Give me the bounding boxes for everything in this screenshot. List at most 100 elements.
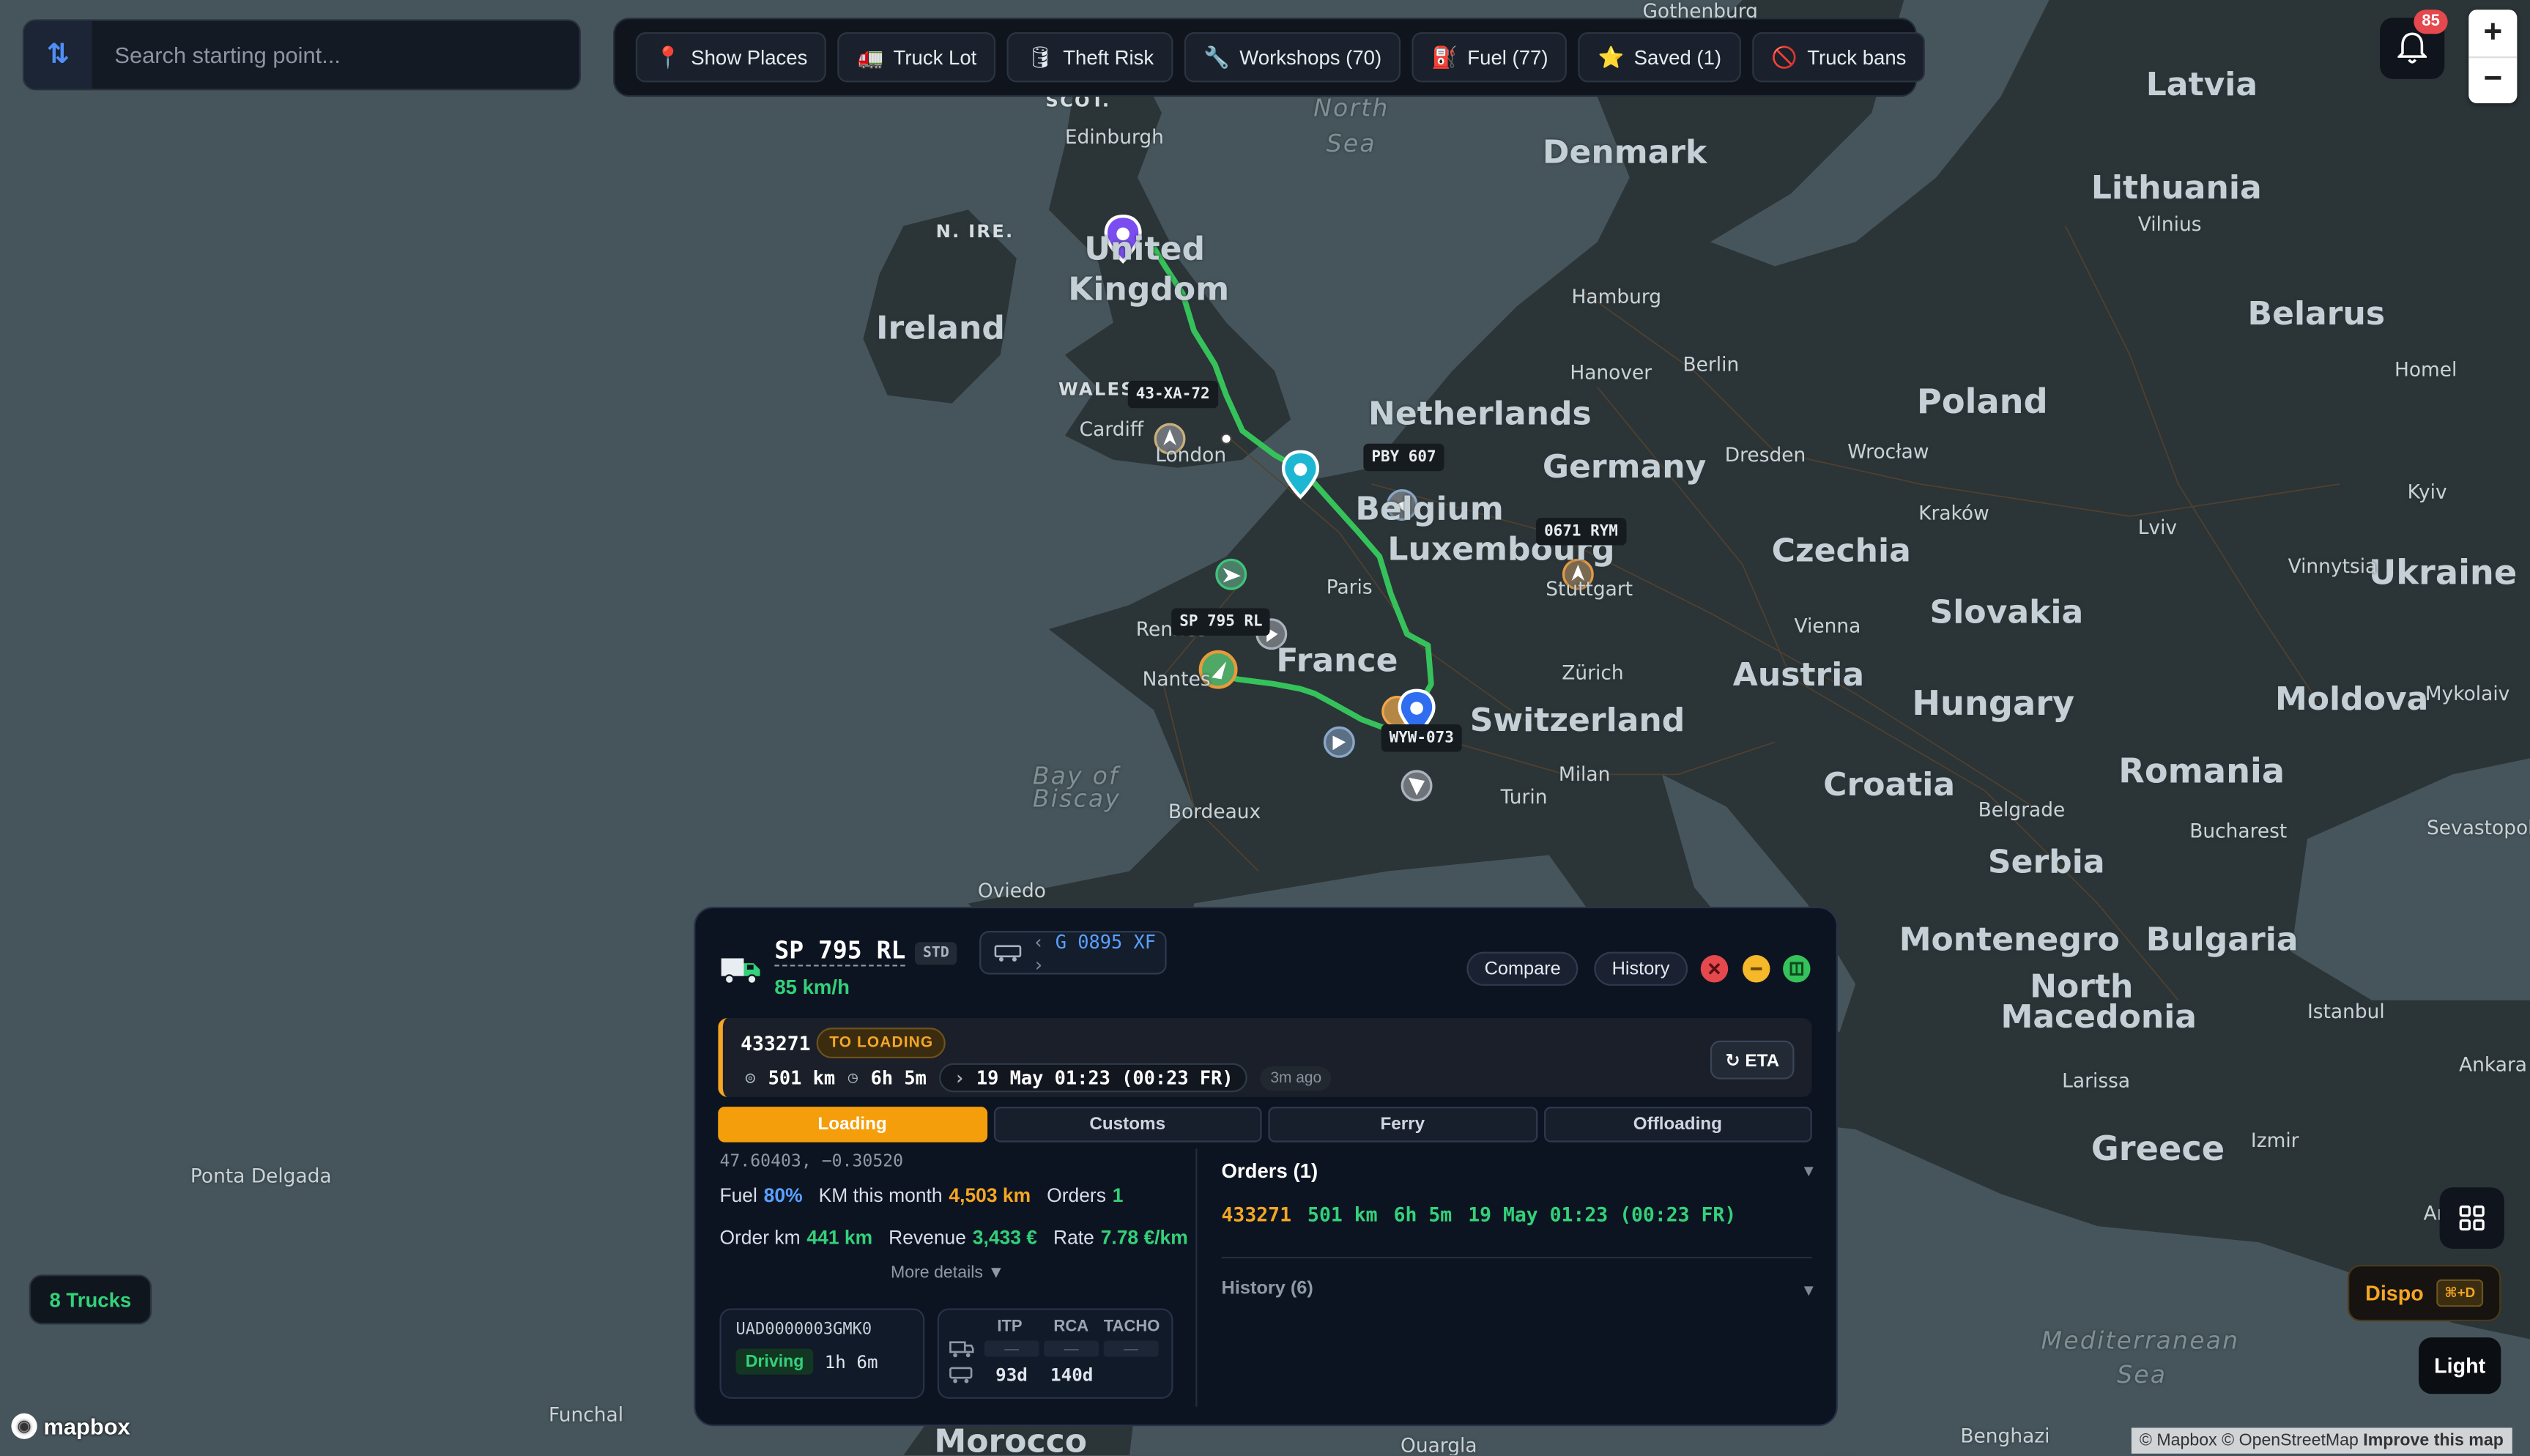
map-label-cities: Hamburg — [1571, 285, 1662, 308]
trucks-count-button[interactable]: 8 Trucks — [29, 1274, 152, 1325]
grid-icon — [2459, 1206, 2485, 1231]
map-label-cities: Belgrade — [1978, 798, 2066, 822]
map-label-countries: Ukraine — [2368, 553, 2518, 593]
map-label-cities: Cardiff — [1079, 417, 1144, 441]
panel-tabs: Loading Customs Ferry Offloading — [718, 1107, 1812, 1143]
doc-tacho-truck: — — [1103, 1340, 1159, 1357]
toolbar-workshops-button[interactable]: 🔧 Workshops (70) — [1184, 32, 1401, 83]
truck-plate-tag[interactable]: SP 795 RL — [1171, 608, 1271, 636]
stat-label: Fuel — [719, 1184, 757, 1207]
truck-stats-row-1: Fuel 80% KM this month 4,503 km Orders 1 — [719, 1184, 1123, 1207]
zoom-out-button[interactable]: − — [2468, 55, 2518, 103]
section-divider — [1221, 1256, 1812, 1259]
toolbar-truck-bans-button[interactable]: 🚫 Truck bans — [1751, 32, 1926, 83]
zoom-in-button[interactable]: + — [2468, 10, 2517, 56]
toolbar-truck-lot-button[interactable]: 🚛 Truck Lot — [838, 32, 996, 83]
map-label-cities: Kraków — [1918, 502, 1989, 524]
doc-itp-truck: — — [984, 1340, 1039, 1357]
toolbar-show-places-button[interactable]: 📍 Show Places — [635, 32, 827, 83]
map-label-cities: Istanbul — [2307, 1000, 2385, 1023]
history-collapse-icon[interactable]: ▼ — [1800, 1282, 1817, 1300]
orders-section-title[interactable]: Orders (1) — [1222, 1160, 1318, 1183]
truck-plate-tag[interactable]: PBY 607 — [1363, 443, 1444, 472]
map-label-countries: Slovakia — [1929, 592, 2084, 631]
more-details-toggle[interactable]: More details ▼ — [891, 1263, 1004, 1282]
toolbar-fuel-button[interactable]: ⛽ Fuel (77) — [1412, 32, 1568, 83]
toolbar-button-label: Workshops (70) — [1239, 45, 1382, 69]
order-duration: 6h 5m — [870, 1066, 927, 1089]
map-label-cities: Nantes — [1142, 667, 1211, 691]
close-panel-button[interactable] — [1700, 955, 1729, 983]
stat-label: Orders — [1047, 1184, 1106, 1207]
truck-plate[interactable]: SP 795 RL — [774, 937, 906, 967]
tab-ferry[interactable]: Ferry — [1268, 1107, 1537, 1143]
trailer-plate: G 0895 XF — [1055, 929, 1156, 953]
order-status-badge: TO LOADING — [816, 1028, 946, 1059]
truck-coordinates[interactable]: 47.60403, −0.30520 — [719, 1152, 903, 1171]
search-bar: ⇅ — [22, 19, 582, 91]
order-list-item[interactable]: 433271 501 km 6h 5m 19 May 01:23 (00:23 FR) — [1222, 1203, 1737, 1226]
map-label-cities: Morocco — [934, 1421, 1088, 1455]
truck-stats-row-2: Order km 441 km Revenue 3,433 € Rate 7.78 €/k… — [719, 1226, 1187, 1249]
refresh-eta-button[interactable]: ↻ ETA — [1710, 1040, 1795, 1080]
truck-plate-tag[interactable]: WYW-073 — [1381, 724, 1462, 752]
risk-icon: 🛢 — [1026, 44, 1053, 69]
search-input[interactable] — [92, 21, 579, 89]
history-button[interactable]: History — [1594, 951, 1688, 986]
map-label-countries: Latvia — [2145, 64, 2258, 103]
compare-button[interactable]: Compare — [1466, 951, 1579, 986]
history-section-title[interactable]: History (6) — [1222, 1279, 1313, 1299]
map-label-cities: Funchal — [548, 1403, 624, 1427]
attribution-osm[interactable]: © OpenStreetMap — [2222, 1431, 2359, 1450]
stat-item: Orders 1 — [1047, 1184, 1123, 1207]
pin-icon: 📍 — [655, 44, 681, 69]
expand-panel-button[interactable] — [1783, 955, 1811, 983]
tab-loading[interactable]: Loading — [718, 1107, 987, 1143]
bell-icon — [2397, 32, 2427, 64]
theme-toggle-button[interactable]: Light — [2418, 1337, 2501, 1394]
trailer-selector[interactable]: ‹ G 0895 XF › — [979, 929, 1167, 976]
dispo-shortcut: ⌘+D — [2436, 1279, 2484, 1307]
map-label-cities: Benghazi — [1960, 1425, 2050, 1447]
orders-collapse-icon[interactable]: ▼ — [1800, 1163, 1817, 1181]
layout-grid-button[interactable] — [2439, 1187, 2504, 1249]
order-updated-ago: 3m ago — [1261, 1065, 1332, 1090]
toolbar-button-label: Truck bans — [1807, 45, 1907, 69]
order-summary: ◎ 501 km ◷ 6h 5m › 19 May 01:23 (00:23 F… — [746, 1063, 1332, 1093]
map-label-countries: Romania — [2118, 751, 2285, 791]
map-label-cities: Ankara — [2459, 1053, 2528, 1077]
stat-label: Order km — [719, 1226, 801, 1249]
swap-direction-icon[interactable]: ⇅ — [24, 21, 92, 89]
map-label-cities: Dresden — [1724, 443, 1806, 467]
trailer-next-icon[interactable]: › — [1033, 953, 1044, 976]
map-label-countries: Bulgaria — [2145, 919, 2299, 959]
map-label-countries: Serbia — [1987, 842, 2105, 881]
stat-value: 3,433 € — [972, 1226, 1037, 1249]
attribution-mapbox[interactable]: © Mapbox — [2140, 1431, 2217, 1450]
tab-customs[interactable]: Customs — [993, 1107, 1262, 1143]
toolbar-theft-risk-button[interactable]: 🛢 Theft Risk — [1007, 32, 1173, 83]
tab-offloading[interactable]: Offloading — [1543, 1107, 1812, 1143]
order-line-field: 501 km — [1307, 1203, 1378, 1227]
dispo-button[interactable]: Dispo ⌘+D — [2348, 1264, 2501, 1322]
mapbox-logo[interactable]: ◉ mapbox — [11, 1413, 130, 1439]
toolbar-saved-button[interactable]: ⭐ Saved (1) — [1579, 32, 1741, 83]
order-line-field: 433271 — [1221, 1203, 1292, 1227]
minimize-icon — [1751, 967, 1762, 970]
stat-value: 80% — [763, 1184, 803, 1207]
map-label-countries: France — [1276, 640, 1398, 680]
truck-plate-tag[interactable]: 43-XA-72 — [1127, 380, 1218, 409]
stat-item: Rate 7.78 €/km — [1053, 1226, 1188, 1249]
wrench-icon: 🔧 — [1203, 44, 1231, 69]
doc-header-rca: RCA — [1053, 1318, 1089, 1336]
chevron-right-icon: › — [954, 1066, 976, 1089]
truck-plate-tag[interactable]: 0671 RYM — [1536, 518, 1626, 546]
trailer-prev-icon[interactable]: ‹ — [1033, 930, 1056, 953]
map-label-cities: Oviedo — [977, 879, 1046, 902]
fuel-icon: ⛽ — [1431, 44, 1458, 69]
toolbar-button-label: Fuel (77) — [1467, 45, 1548, 69]
minimize-panel-button[interactable] — [1743, 955, 1770, 983]
map-label-countries: Lithuania — [2091, 168, 2262, 207]
truck-doc-icon — [949, 1341, 974, 1358]
improve-map-link[interactable]: Improve this map — [2363, 1431, 2504, 1450]
